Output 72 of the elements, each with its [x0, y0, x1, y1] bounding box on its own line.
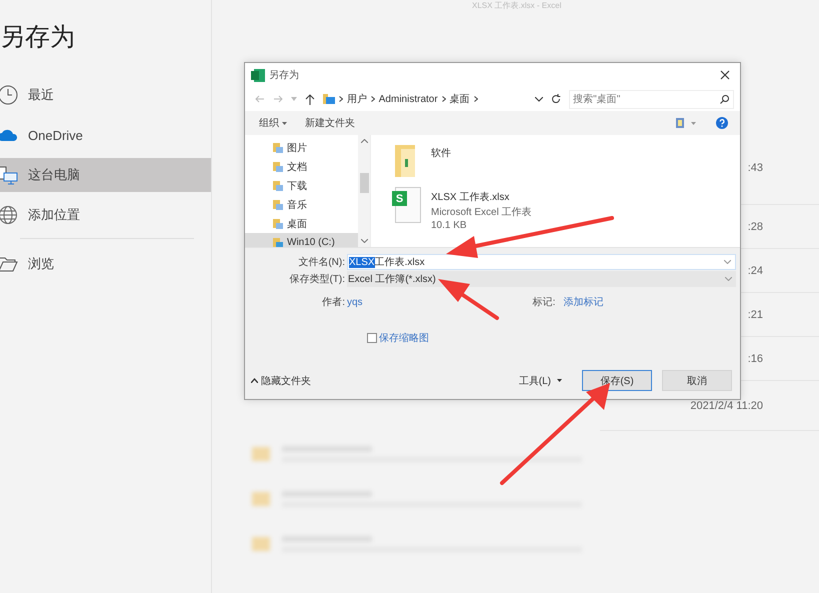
cloud-icon	[0, 128, 18, 142]
scroll-down-icon[interactable]	[360, 239, 368, 243]
search-icon	[720, 94, 730, 104]
nav-item[interactable]: 浏览	[0, 247, 211, 281]
folder-icon	[273, 180, 283, 191]
chevron-right-icon[interactable]	[474, 96, 478, 102]
field-label: 文件名(N):	[297, 256, 346, 269]
add-tag-link[interactable]: 添加标记	[563, 295, 604, 309]
folder-icon	[273, 199, 283, 210]
up-icon[interactable]	[304, 94, 315, 104]
scrollbar-thumb[interactable]	[360, 173, 368, 193]
folder-icon	[273, 218, 283, 229]
folder-icon	[273, 142, 283, 153]
checkbox[interactable]	[367, 333, 377, 343]
folder-tree-item[interactable]: 文档	[245, 157, 358, 176]
chevron-down-icon[interactable]	[535, 96, 544, 102]
modified-time: 2021/2/4 11:20	[690, 400, 763, 412]
close-icon[interactable]	[720, 70, 730, 80]
field-label: 保存类型(T):	[288, 272, 346, 286]
modified-time: :16	[748, 352, 763, 364]
file-item[interactable]: 软件	[393, 143, 451, 179]
author-link[interactable]: yqs	[347, 296, 363, 308]
nav-item[interactable]: 这台电脑	[0, 158, 211, 192]
folder-icon	[0, 256, 18, 272]
scrollbar[interactable]	[358, 135, 370, 247]
computer-icon	[0, 165, 18, 185]
nav-item[interactable]: 添加位置	[0, 198, 211, 232]
folder-tree-item[interactable]: Win10 (C:)	[245, 233, 358, 247]
toolbar-button[interactable]: 新建文件夹	[301, 114, 359, 132]
folder-tree-item[interactable]: 下载	[245, 176, 358, 195]
search-box[interactable]: 搜索"桌面"	[569, 90, 734, 108]
field-label: 标记:	[532, 296, 556, 309]
search-field[interactable]: 搜索"桌面"	[570, 92, 720, 106]
modified-time: :43	[748, 162, 763, 174]
nav-item[interactable]: 最近	[0, 78, 211, 112]
address-bar[interactable]: 用户 Administrator 桌面	[322, 90, 544, 108]
cancel-button[interactable]: 取消	[662, 370, 732, 391]
clock-icon	[0, 85, 18, 105]
save-button[interactable]: 保存(S)	[582, 370, 652, 391]
spreadsheet-app-icon	[251, 68, 265, 82]
spreadsheet-file-icon: S	[395, 187, 421, 223]
tools-button[interactable]: 工具(L)	[512, 372, 568, 388]
file-type-dropdown[interactable]: Excel 工作簿(*.xlsx)	[347, 271, 736, 287]
window-title: XLSX 工作表.xlsx - Excel	[472, 0, 562, 11]
globe-icon	[0, 205, 18, 225]
chevron-right-icon[interactable]	[442, 96, 446, 102]
chevron-up-icon	[251, 378, 258, 383]
folder-icon	[273, 237, 283, 247]
checkbox-label[interactable]: 保存缩略图	[379, 331, 429, 345]
dialog-title: 另存为	[269, 68, 299, 82]
modified-time: :24	[748, 264, 763, 276]
hide-folders-button[interactable]: 隐藏文件夹	[245, 372, 317, 388]
modified-time: :21	[748, 308, 763, 320]
folder-icon	[273, 161, 283, 172]
chevron-right-icon[interactable]	[370, 96, 375, 102]
field-label: 作者:	[321, 296, 346, 309]
scroll-up-icon[interactable]	[360, 139, 368, 143]
toolbar-button[interactable]: 组织	[255, 114, 291, 132]
file-item[interactable]: S XLSX 工作表.xlsx Microsoft Excel 工作表 10.1 KB	[393, 187, 532, 231]
folder-tree-item[interactable]: 桌面	[245, 214, 358, 233]
modified-time: :28	[748, 220, 763, 232]
folder-tree-item[interactable]: 音乐	[245, 195, 358, 214]
help-icon[interactable]	[716, 117, 728, 129]
page-title: 另存为	[0, 22, 76, 53]
nav-item[interactable]: OneDrive	[0, 118, 211, 152]
folder-icon	[322, 94, 335, 104]
folder-tree-item[interactable]: 图片	[245, 138, 358, 157]
view-options-icon[interactable]	[676, 118, 696, 128]
caret-icon	[557, 379, 562, 382]
refresh-icon[interactable]	[551, 94, 562, 104]
annotation-arrow	[438, 279, 499, 320]
chevron-right-icon[interactable]	[338, 96, 343, 102]
